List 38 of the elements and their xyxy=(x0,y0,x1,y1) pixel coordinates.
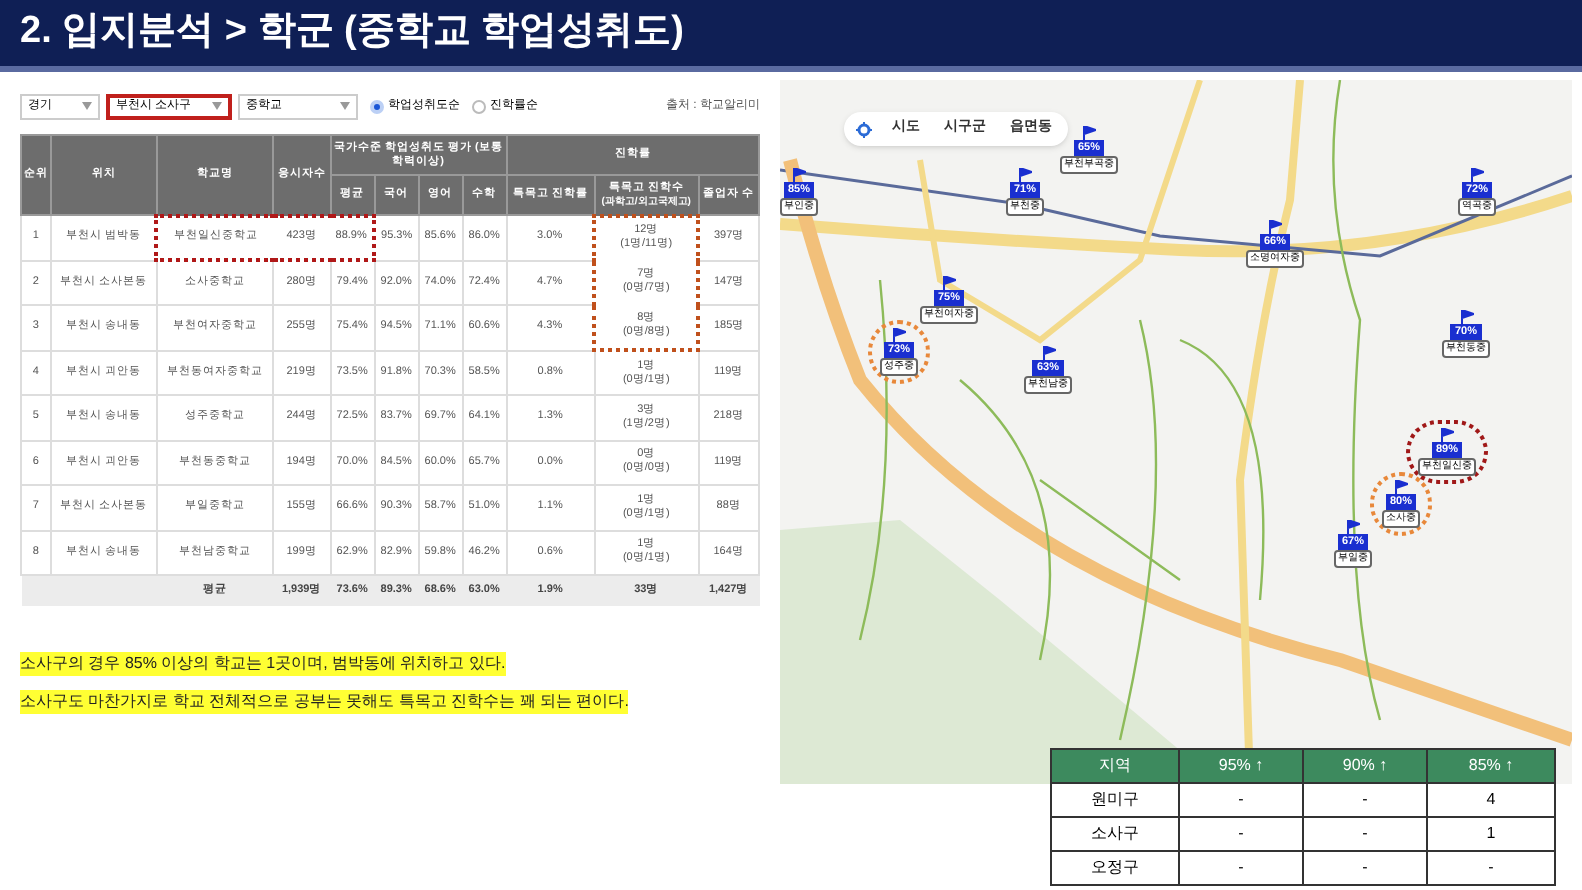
table-cell: - xyxy=(1179,851,1303,885)
table-cell: - xyxy=(1303,783,1427,817)
flag-icon xyxy=(792,168,806,182)
table-cell: 원미구 xyxy=(1051,783,1179,817)
flag-icon xyxy=(1041,346,1055,360)
table-cell: 4 xyxy=(1427,783,1555,817)
table-cell: - xyxy=(1179,783,1303,817)
page-title: 2. 입지분석 > 학군 (중학교 학업성취도) xyxy=(20,8,684,57)
flag-icon xyxy=(1459,310,1473,324)
caret-icon xyxy=(340,102,350,110)
column-header: 지역 xyxy=(1051,749,1179,783)
flag-icon xyxy=(1470,168,1484,182)
table-cell: - xyxy=(1303,851,1427,885)
flag-icon xyxy=(1268,220,1282,234)
table-cell: - xyxy=(1179,817,1303,851)
caret-icon xyxy=(212,102,222,110)
column-header: 85% ↑ xyxy=(1427,749,1555,783)
column-header: 90% ↑ xyxy=(1303,749,1427,783)
caret-icon xyxy=(82,102,92,110)
note-text: 소사구도 마찬가지로 학교 전체적으로 공부는 못해도 특목고 진학수는 꽤 되는 편이다. xyxy=(20,689,629,713)
table-cell xyxy=(21,575,157,605)
flag-icon xyxy=(892,328,906,342)
flag-icon xyxy=(1346,520,1360,534)
table-cell: 1 xyxy=(1427,817,1555,851)
flag-icon xyxy=(942,276,956,290)
flag-icon xyxy=(1440,428,1454,442)
table-cell: 오정구 xyxy=(1051,851,1179,885)
table-cell: 소사구 xyxy=(1051,817,1179,851)
target-icon xyxy=(856,121,872,137)
table-cell: - xyxy=(1303,817,1427,851)
note-text: 소사구의 경우 85% 이상의 학교는 1곳이며, 범박동에 위치하고 있다. xyxy=(20,651,506,675)
flag-icon xyxy=(1082,126,1096,140)
flag-icon xyxy=(1018,168,1032,182)
column-header: 95% ↑ xyxy=(1179,749,1303,783)
table-cell: - xyxy=(1427,851,1555,885)
radio-button[interactable] xyxy=(370,99,384,113)
radio-button[interactable] xyxy=(472,99,486,113)
flag-icon xyxy=(1394,480,1408,494)
